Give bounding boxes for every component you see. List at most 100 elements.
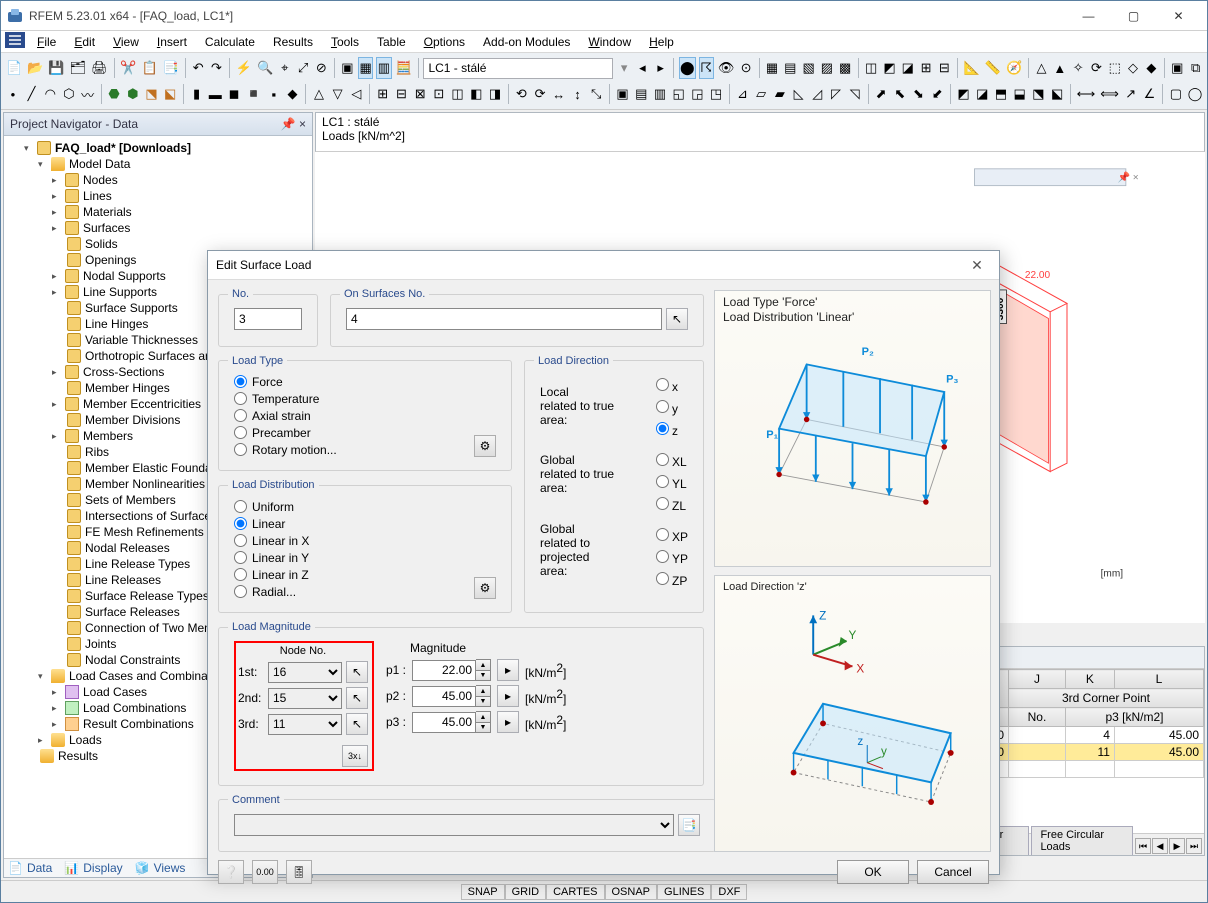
no-input[interactable]: [234, 308, 302, 330]
draw-line-icon[interactable]: ╱: [24, 83, 40, 105]
radio-dir-yl[interactable]: YL: [651, 472, 688, 491]
misc-1-icon[interactable]: ⟲: [514, 83, 530, 105]
cut-icon[interactable]: ✂️: [119, 57, 137, 79]
run-icon[interactable]: ⚡: [235, 57, 253, 79]
tabnav-last-icon[interactable]: ⏭: [1186, 838, 1202, 854]
sel-2-icon[interactable]: ▬: [207, 83, 223, 105]
p1-step-button[interactable]: ▸: [497, 659, 519, 681]
mesh-4-icon[interactable]: ⊞: [918, 57, 933, 79]
box-3-icon[interactable]: ⬒: [993, 83, 1009, 105]
sel-5-icon[interactable]: ▪: [266, 83, 282, 105]
saveall-icon[interactable]: 🗂: [69, 57, 88, 79]
menu-help[interactable]: Help: [641, 33, 682, 51]
p3-input[interactable]: ▲▼: [412, 711, 491, 733]
menu-insert[interactable]: Insert: [149, 33, 195, 51]
ok-button[interactable]: OK: [837, 860, 909, 884]
settings-button[interactable]: 🎚: [286, 860, 312, 884]
maximize-button[interactable]: ▢: [1111, 2, 1156, 30]
p1-input[interactable]: ▲▼: [412, 659, 491, 681]
box-1-icon[interactable]: ◩: [956, 83, 972, 105]
node-3x-button[interactable]: 3x↓: [342, 745, 368, 767]
lc-dropdown-icon[interactable]: ▾: [616, 57, 631, 79]
fem-1-icon[interactable]: ⊿: [735, 83, 751, 105]
open-icon[interactable]: 📂: [26, 57, 44, 79]
radio-liny[interactable]: Linear in Y: [234, 551, 496, 565]
minimize-button[interactable]: —: [1066, 2, 1111, 30]
magnify-icon[interactable]: 🔍: [256, 57, 274, 79]
radio-dir-z[interactable]: z: [651, 419, 688, 438]
toggle-c-icon[interactable]: 👁: [717, 57, 736, 79]
radio-rotary[interactable]: Rotary motion...: [234, 443, 496, 457]
obj-2-icon[interactable]: ▤: [783, 57, 798, 79]
stop-icon[interactable]: ⊘: [314, 57, 329, 79]
ax-2-icon[interactable]: ⬉: [892, 83, 908, 105]
menu-calculate[interactable]: Calculate: [197, 33, 263, 51]
p2-step-button[interactable]: ▸: [497, 685, 519, 707]
box-4-icon[interactable]: ⬓: [1012, 83, 1028, 105]
radio-linz[interactable]: Linear in Z: [234, 568, 496, 582]
ext-1-icon[interactable]: △: [1034, 57, 1049, 79]
dialog-close-icon[interactable]: ✕: [963, 251, 991, 279]
misc-5-icon[interactable]: ⤡: [588, 83, 604, 105]
app-menu-icon[interactable]: [5, 32, 27, 51]
sup-2-icon[interactable]: ▽: [330, 83, 346, 105]
ax-1-icon[interactable]: ⬈: [873, 83, 889, 105]
menu-file[interactable]: FFileile: [29, 33, 64, 51]
surfaces-input[interactable]: [346, 308, 662, 330]
cub-4-icon[interactable]: ◱: [671, 83, 687, 105]
obj-5-icon[interactable]: ▩: [838, 57, 853, 79]
ext-4-icon[interactable]: ⟳: [1089, 57, 1104, 79]
grp-3-icon[interactable]: ⊠: [412, 83, 428, 105]
comment-lib-button[interactable]: 📑: [678, 814, 700, 836]
lc-next-icon[interactable]: ▸: [653, 57, 668, 79]
ed-4-icon[interactable]: ⬕: [162, 83, 178, 105]
zoomall-icon[interactable]: ⤢: [295, 57, 310, 79]
tree-nodes[interactable]: Nodes: [36, 172, 312, 188]
box-6-icon[interactable]: ⬕: [1049, 83, 1065, 105]
draw-spline-icon[interactable]: 〰: [80, 83, 96, 105]
node3-select[interactable]: 11: [268, 714, 342, 735]
nav-tab-data[interactable]: 📄Data: [8, 861, 52, 875]
misc-3-icon[interactable]: ↔: [551, 83, 567, 105]
obj-3-icon[interactable]: ▧: [801, 57, 816, 79]
nav-tab-display[interactable]: 📊Display: [64, 861, 122, 875]
pick-node2-button[interactable]: ↖: [346, 687, 368, 709]
ext-3-icon[interactable]: ✧: [1071, 57, 1086, 79]
fem-3-icon[interactable]: ▰: [772, 83, 788, 105]
obj-4-icon[interactable]: ▨: [819, 57, 834, 79]
pick-node3-button[interactable]: ↖: [346, 713, 368, 735]
mesh-1-icon[interactable]: ◫: [864, 57, 879, 79]
radio-linx[interactable]: Linear in X: [234, 534, 496, 548]
tabnav-next-icon[interactable]: ▶: [1169, 838, 1185, 854]
radio-dir-xp[interactable]: XP: [651, 525, 688, 544]
dim-4-icon[interactable]: ∠: [1142, 83, 1158, 105]
node1-select[interactable]: 16: [268, 662, 342, 683]
help-button[interactable]: ❔: [218, 860, 244, 884]
tabnav-first-icon[interactable]: ⏮: [1135, 838, 1151, 854]
cub-2-icon[interactable]: ▤: [633, 83, 649, 105]
pick-surfaces-button[interactable]: ↖: [666, 308, 688, 330]
p2-input[interactable]: ▲▼: [412, 685, 491, 707]
ext-6-icon[interactable]: ◇: [1125, 57, 1140, 79]
zoomwin-icon[interactable]: ⌖: [277, 57, 292, 79]
tabnav-prev-icon[interactable]: ◀: [1152, 838, 1168, 854]
redo-icon[interactable]: ↷: [209, 57, 224, 79]
menu-table[interactable]: Table: [369, 33, 414, 51]
sup-3-icon[interactable]: ◁: [349, 83, 365, 105]
box-2-icon[interactable]: ◪: [974, 83, 990, 105]
fem-4-icon[interactable]: ◺: [791, 83, 807, 105]
grp-5-icon[interactable]: ◫: [450, 83, 466, 105]
cub-1-icon[interactable]: ▣: [615, 83, 631, 105]
radio-dir-zl[interactable]: ZL: [651, 494, 688, 513]
cub-6-icon[interactable]: ◳: [708, 83, 724, 105]
box-5-icon[interactable]: ⬔: [1031, 83, 1047, 105]
grp-1-icon[interactable]: ⊞: [375, 83, 391, 105]
cub-3-icon[interactable]: ▥: [652, 83, 668, 105]
sel-4-icon[interactable]: ◾: [245, 83, 263, 105]
tail-2-icon[interactable]: ⧉: [1188, 57, 1203, 79]
tail-1-icon[interactable]: ▣: [1170, 57, 1185, 79]
mod-3-icon[interactable]: 🧭: [1005, 57, 1023, 79]
mesh-2-icon[interactable]: ◩: [882, 57, 897, 79]
mod-2-icon[interactable]: 📏: [984, 57, 1002, 79]
dim-3-icon[interactable]: ↗: [1123, 83, 1139, 105]
